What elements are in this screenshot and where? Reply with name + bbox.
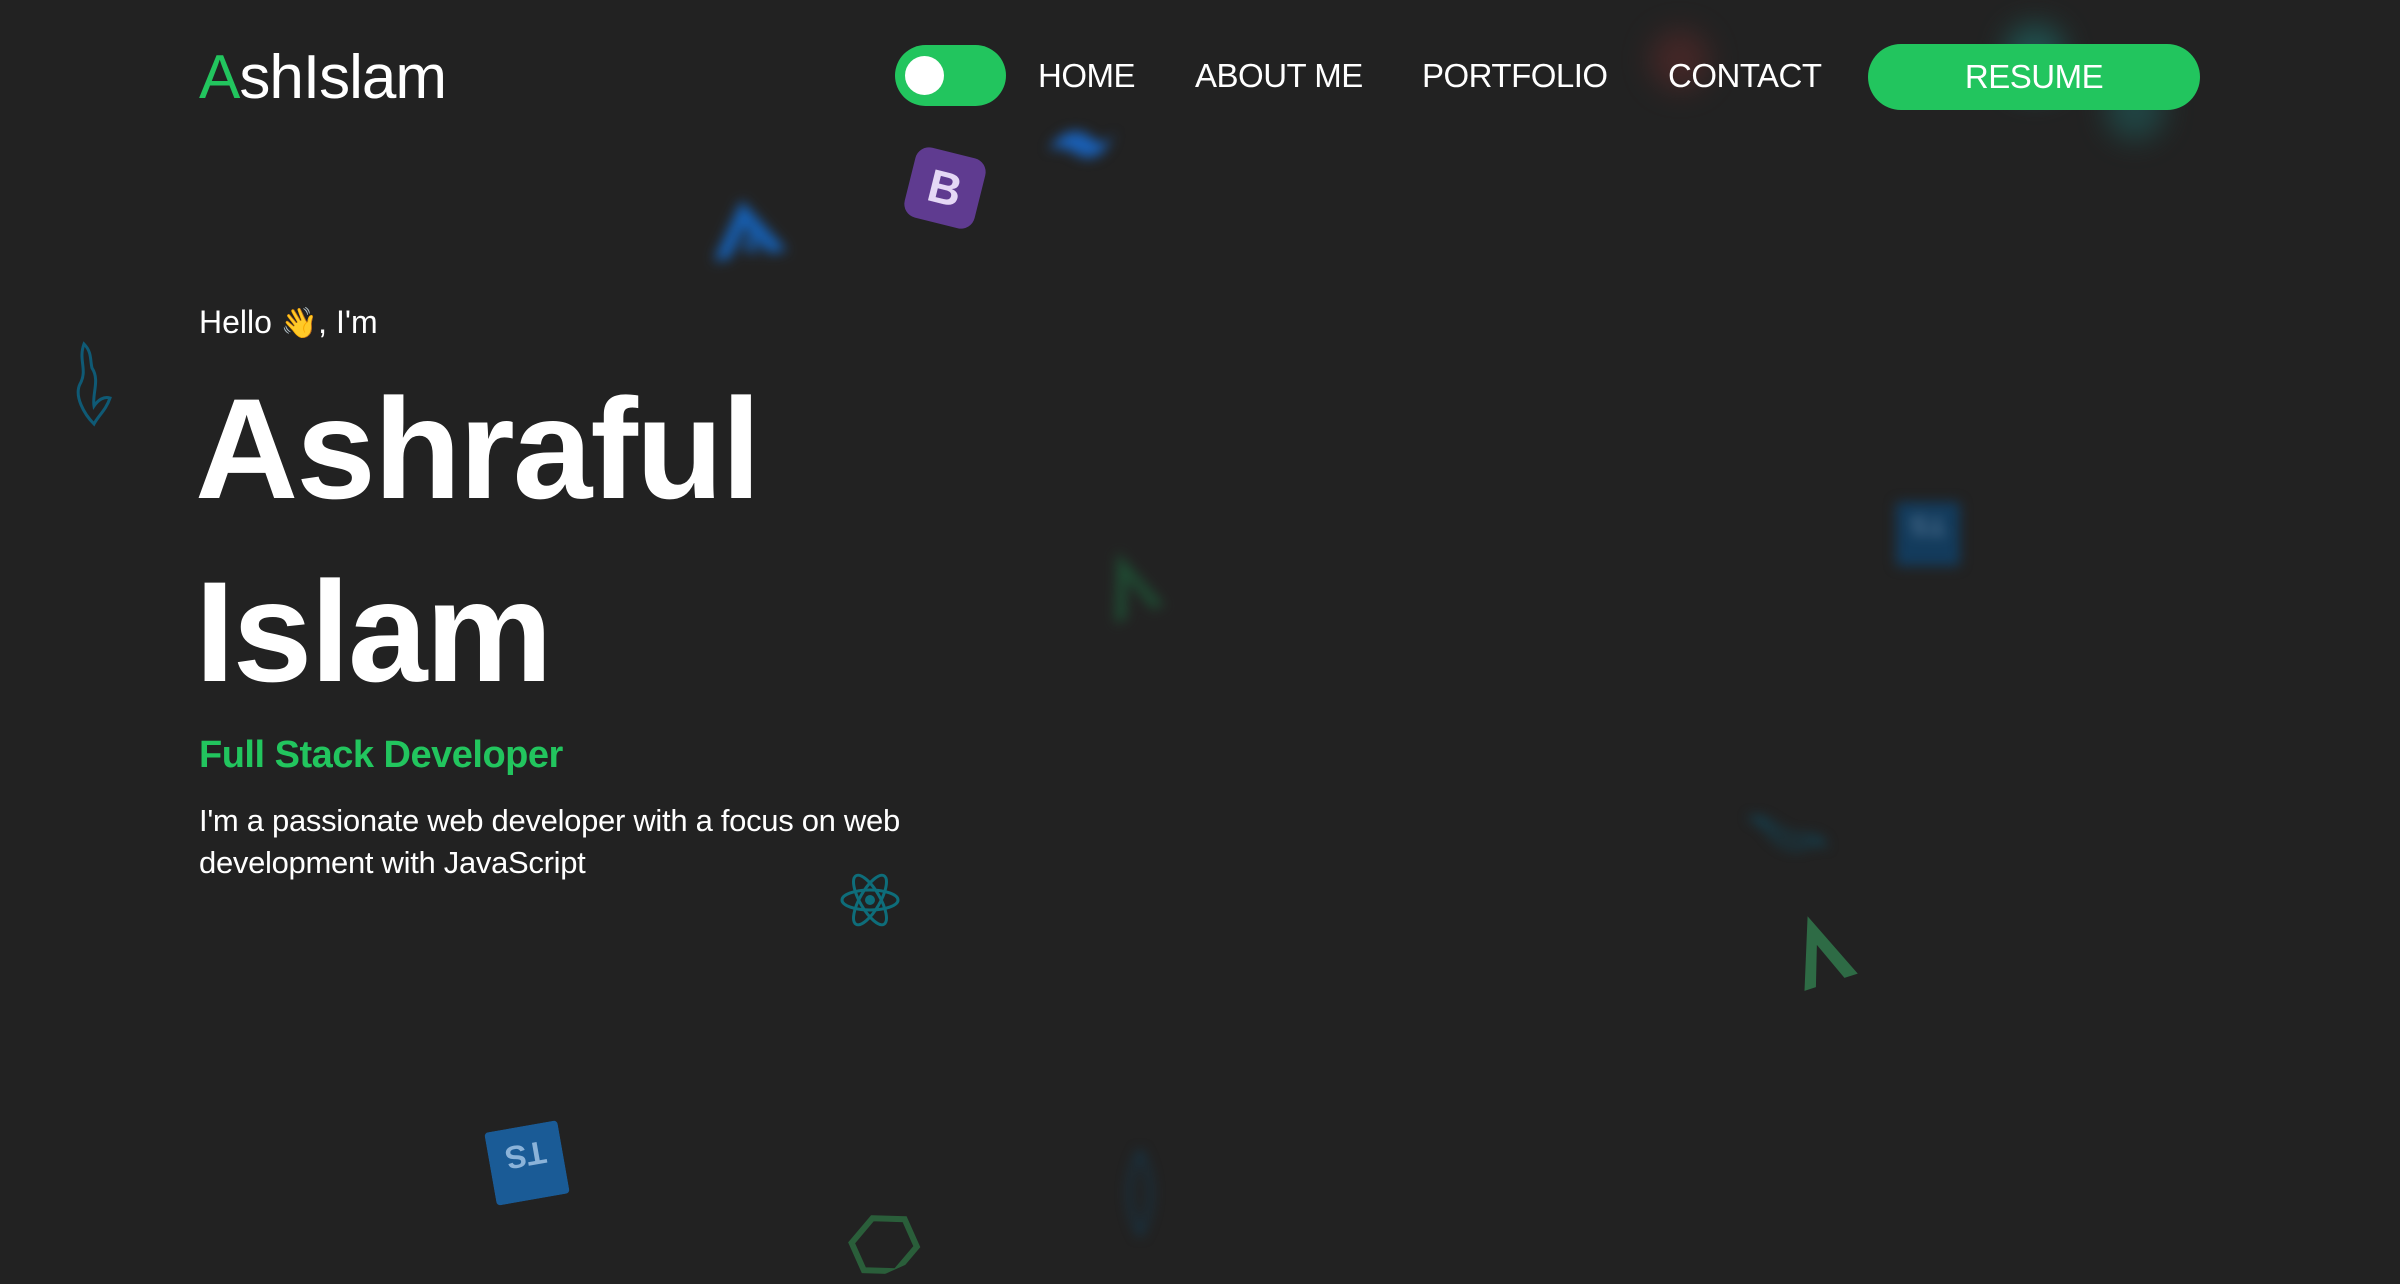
nodejs-icon — [848, 1215, 921, 1275]
mysql-dolphin-icon — [76, 341, 112, 427]
svg-text:TS: TS — [502, 1134, 549, 1177]
typescript-icon: TS — [484, 1120, 570, 1206]
mongodb-leaf-icon — [1128, 1148, 1152, 1238]
hero-greeting: Hello 👋, I'm — [199, 300, 378, 346]
nav-home[interactable]: HOME — [1038, 52, 1136, 100]
svg-text:B: B — [923, 159, 968, 217]
hero-name-first: Ashraful — [195, 370, 761, 529]
mysql-dolphin-icon — [1748, 816, 1828, 850]
logo-accent: A — [199, 43, 240, 112]
typescript-icon: TS — [1896, 502, 1960, 566]
vue-icon — [1804, 916, 1858, 991]
nav-portfolio[interactable]: PORTFOLIO — [1422, 52, 1608, 100]
hero-role: Full Stack Developer — [199, 734, 563, 776]
waving-hand-icon: 👋 — [280, 306, 319, 341]
logo[interactable]: AshIslam — [199, 40, 447, 116]
hero-bio: I'm a passionate web developer with a fo… — [199, 803, 900, 880]
logo-text: shIslam — [239, 43, 447, 112]
svg-text:4: 4 — [739, 227, 760, 262]
vue-icon — [1115, 552, 1165, 623]
angular-icon: 4 — [713, 200, 787, 262]
theme-toggle-knob — [905, 56, 944, 95]
greeting-prefix: Hello — [199, 304, 281, 340]
nav-about-me[interactable]: ABOUT ME — [1195, 52, 1363, 100]
bootstrap-icon: B — [904, 147, 986, 229]
theme-toggle[interactable] — [895, 45, 1006, 106]
hero-name-last: Islam — [195, 553, 553, 712]
svg-text:TS: TS — [1910, 510, 1946, 541]
resume-button[interactable]: RESUME — [1868, 44, 2200, 110]
greeting-suffix: , I'm — [318, 304, 378, 340]
nav-contact[interactable]: CONTACT — [1668, 52, 1822, 100]
navbar: AshIslam HOME ABOUT ME PORTFOLIO CONTACT… — [0, 0, 2400, 154]
